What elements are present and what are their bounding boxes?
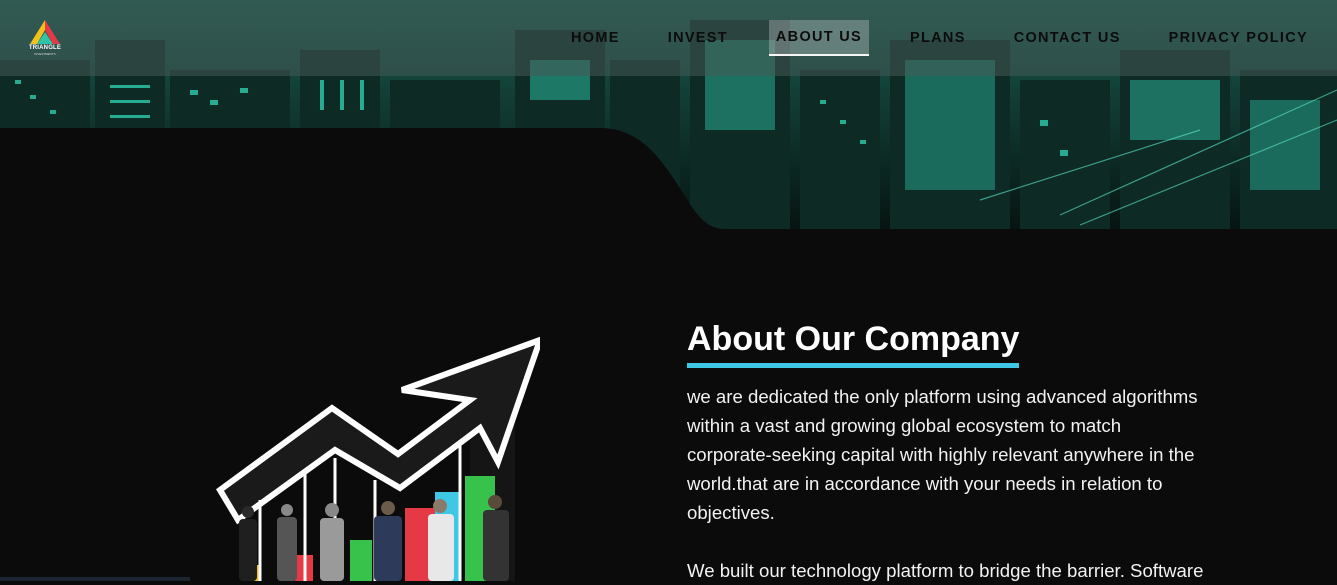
main-nav: HOME INVEST ABOUT US PLANS CONTACT US PR… xyxy=(530,20,1315,56)
nav-invest[interactable]: INVEST xyxy=(661,20,735,56)
triangle-logo-icon xyxy=(30,20,60,44)
nav-contact-us[interactable]: CONTACT US xyxy=(1007,20,1128,56)
growth-chart-illustration xyxy=(216,336,540,581)
logo-text: TRIANGLE xyxy=(28,45,62,51)
logo-subtext: INVESTMENTS xyxy=(34,52,56,56)
person-figure xyxy=(277,504,297,581)
about-paragraph: we are dedicated the only platform using… xyxy=(687,386,1198,523)
nav-about-us[interactable]: ABOUT US xyxy=(768,20,870,56)
nav-home[interactable]: HOME xyxy=(564,20,627,56)
site-header: TRIANGLE INVESTMENTS HOME INVEST ABOUT U… xyxy=(0,0,1337,76)
about-title: About Our Company xyxy=(687,320,1020,368)
about-section: About Our Company we are dedicated the o… xyxy=(687,320,1207,585)
brand-logo[interactable]: TRIANGLE INVESTMENTS xyxy=(24,18,66,58)
bottom-edge-bar xyxy=(0,577,190,581)
nav-plans[interactable]: PLANS xyxy=(903,20,973,56)
person-figure xyxy=(320,503,344,581)
nav-privacy-policy[interactable]: PRIVACY POLICY xyxy=(1162,20,1315,56)
section-curve-divider xyxy=(0,128,1337,238)
person-figure xyxy=(374,501,402,581)
